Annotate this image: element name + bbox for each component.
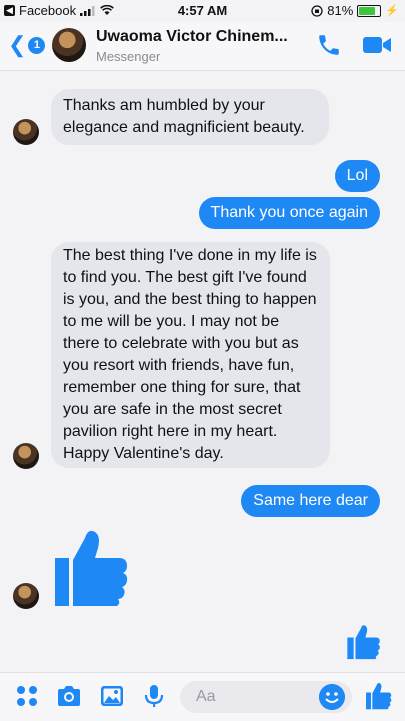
- microphone-icon[interactable]: [141, 683, 167, 709]
- apps-icon[interactable]: [14, 683, 40, 709]
- sender-avatar[interactable]: [13, 119, 39, 145]
- message-bubble-outgoing[interactable]: Thank you once again: [198, 197, 380, 229]
- emoji-icon[interactable]: [319, 684, 345, 710]
- message-bubble-incoming[interactable]: Thanks am humbled by your elegance and m…: [51, 89, 329, 145]
- back-button[interactable]: ❮ 1: [8, 32, 46, 57]
- message-composer: Aa: [0, 672, 405, 721]
- phone-call-icon[interactable]: [316, 32, 342, 58]
- message-bubble-outgoing[interactable]: Lol: [334, 160, 380, 192]
- video-call-icon[interactable]: [362, 34, 392, 56]
- sender-avatar[interactable]: [13, 443, 39, 469]
- orientation-lock-icon: [311, 4, 323, 17]
- conversation-header: ❮ 1 Uwaoma Victor Chinem... Messenger: [0, 22, 405, 71]
- message-bubble-incoming[interactable]: The best thing I've done in my life is t…: [51, 242, 330, 468]
- chevron-left-icon: ❮: [8, 32, 27, 57]
- message-bubble-outgoing[interactable]: Same here dear: [241, 485, 380, 517]
- gallery-icon[interactable]: [99, 683, 125, 709]
- status-bar: ◀ Facebook 4:57 AM 81% ⚡: [0, 0, 405, 22]
- thumbs-up-icon[interactable]: [347, 624, 381, 660]
- unread-count-badge: 1: [28, 36, 46, 54]
- sender-avatar[interactable]: [13, 583, 39, 609]
- battery-percent: 81%: [327, 3, 354, 18]
- thumbs-up-icon[interactable]: [55, 528, 129, 608]
- camera-icon[interactable]: [56, 683, 82, 709]
- contact-subtitle: Messenger: [96, 49, 161, 64]
- charging-icon: ⚡: [385, 5, 399, 17]
- contact-name[interactable]: Uwaoma Victor Chinem...: [96, 28, 288, 46]
- thumbs-up-icon[interactable]: [366, 682, 392, 710]
- contact-avatar[interactable]: [52, 28, 86, 62]
- battery-icon: [357, 4, 382, 17]
